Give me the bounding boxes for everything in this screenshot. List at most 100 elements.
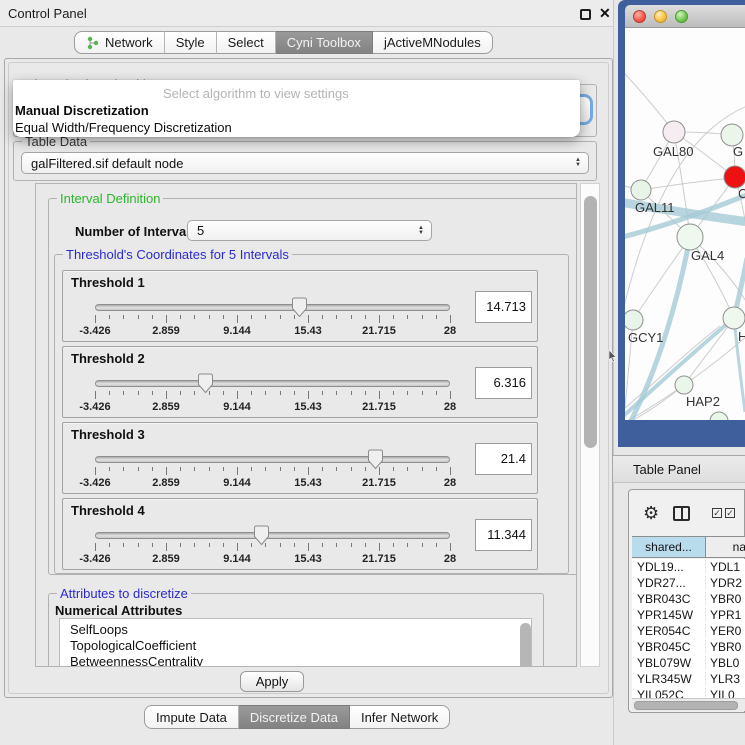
tab-impute-data[interactable]: Impute Data bbox=[144, 705, 239, 729]
slider-tick bbox=[422, 391, 423, 395]
attribute-list-item[interactable]: TopologicalCoefficient bbox=[60, 638, 531, 654]
table-panel: ⚙ ✓ ✓ shared... na YDL19...YDL1YDR27...Y… bbox=[628, 489, 745, 713]
attributes-list-scrollbar[interactable] bbox=[520, 623, 531, 667]
tab-jactivemnodules[interactable]: jActiveMNodules bbox=[373, 31, 493, 54]
network-edge[interactable] bbox=[625, 68, 674, 132]
slider-tick bbox=[265, 391, 266, 395]
slider-tick bbox=[336, 391, 337, 395]
slider-tick-label: 28 bbox=[444, 325, 456, 337]
minimize-traffic-light[interactable] bbox=[654, 10, 667, 23]
threshold-slider-thumb[interactable] bbox=[197, 373, 214, 394]
table-hscrollbar[interactable] bbox=[632, 698, 745, 711]
gear-icon[interactable]: ⚙ bbox=[643, 503, 659, 524]
column-header-shared[interactable]: shared... bbox=[632, 537, 706, 557]
threshold-slider-thumb[interactable] bbox=[291, 297, 308, 318]
slider-tick bbox=[95, 315, 96, 323]
dropdown-item-equal-width-frequency[interactable]: Equal Width/Frequency Discretization bbox=[15, 120, 232, 135]
slider-tick-label: -3.426 bbox=[79, 477, 110, 489]
slider-tick bbox=[95, 467, 96, 475]
slider-tick bbox=[237, 315, 238, 323]
slider-tick bbox=[379, 391, 380, 399]
table-row[interactable]: YER054CYER0 bbox=[632, 623, 745, 639]
checkbox-icon[interactable]: ✓ bbox=[725, 508, 735, 518]
cell-name: YBR0 bbox=[706, 640, 745, 654]
threshold-value-field[interactable]: 6.316 bbox=[475, 367, 532, 399]
threshold-value-field[interactable]: 14.713 bbox=[475, 291, 532, 323]
threshold-slider-track[interactable] bbox=[95, 456, 450, 463]
network-node-red-node[interactable] bbox=[724, 166, 745, 188]
tab-label: jActiveMNodules bbox=[384, 35, 481, 50]
threshold-value-field[interactable]: 11.344 bbox=[475, 519, 532, 551]
network-node-GAL80[interactable] bbox=[663, 121, 685, 143]
attribute-list-item[interactable]: SelfLoops bbox=[60, 622, 531, 638]
network-edge[interactable] bbox=[684, 318, 734, 385]
dropdown-item-manual-discretization[interactable]: Manual Discretization bbox=[15, 103, 149, 118]
table-row[interactable]: YDL19...YDL1 bbox=[632, 559, 745, 575]
threshold-slider-track[interactable] bbox=[95, 380, 450, 387]
table-panel-title: Table Panel bbox=[633, 462, 701, 477]
slider-tick bbox=[223, 315, 224, 319]
table-data-combo[interactable]: galFiltered.sif default node ▲▼ bbox=[21, 152, 589, 174]
tab-cyni-toolbox[interactable]: Cyni Toolbox bbox=[276, 31, 373, 54]
apply-button[interactable]: Apply bbox=[240, 671, 304, 692]
threshold-slider-track[interactable] bbox=[95, 532, 450, 539]
slider-tick bbox=[379, 543, 380, 551]
tab-discretize-data[interactable]: Discretize Data bbox=[239, 705, 350, 729]
network-node-GAL4[interactable] bbox=[677, 224, 703, 250]
network-view[interactable]: GAL80GCGAL11GAL4GCY1HHAP2 bbox=[625, 28, 745, 420]
attribute-list-item[interactable]: BetweennessCentrality bbox=[60, 654, 531, 667]
network-node-GCY1[interactable] bbox=[625, 310, 643, 330]
tab-style[interactable]: Style bbox=[165, 31, 217, 54]
table-row[interactable]: YLR345WYLR3 bbox=[632, 671, 745, 687]
network-node-GAL11[interactable] bbox=[631, 180, 651, 200]
slider-tick-label: 21.715 bbox=[362, 325, 396, 337]
network-window-titlebar[interactable] bbox=[625, 5, 745, 28]
cell-name: YBR0 bbox=[706, 592, 745, 606]
close-traffic-light[interactable] bbox=[633, 10, 646, 23]
slider-tick bbox=[351, 543, 352, 547]
network-node-H-node[interactable] bbox=[723, 307, 745, 329]
close-icon[interactable]: ✕ bbox=[599, 5, 611, 22]
table-row[interactable]: YIL052CYIL0 bbox=[632, 687, 745, 698]
threshold-label: Threshold 1 bbox=[71, 275, 145, 290]
column-header-name[interactable]: na bbox=[706, 537, 745, 557]
threshold-slider-track[interactable] bbox=[95, 304, 450, 311]
numerical-attributes-list[interactable]: SelfLoopsTopologicalCoefficientBetweenne… bbox=[59, 618, 532, 667]
table-row[interactable]: YDR27...YDR2 bbox=[632, 575, 745, 591]
slider-tick bbox=[109, 315, 110, 319]
slider-tick bbox=[109, 543, 110, 547]
tab-select[interactable]: Select bbox=[217, 31, 276, 54]
network-node-bottom-node[interactable] bbox=[710, 412, 728, 420]
cell-name: YIL0 bbox=[706, 688, 745, 698]
slider-tick-label: 2.859 bbox=[152, 401, 180, 413]
threshold-slider-thumb[interactable] bbox=[253, 525, 270, 546]
slider-tick bbox=[308, 391, 309, 399]
number-of-intervals-combo[interactable]: 5 ▲▼ bbox=[187, 220, 432, 241]
checkbox-icon[interactable]: ✓ bbox=[712, 508, 722, 518]
settings-scroll-viewport: Interval Definition Number of Intervals … bbox=[35, 183, 577, 667]
float-window-icon[interactable] bbox=[580, 9, 591, 20]
slider-tick bbox=[237, 543, 238, 551]
table-row[interactable]: YPR145WYPR1 bbox=[632, 607, 745, 623]
network-edge[interactable] bbox=[641, 178, 735, 190]
table-row[interactable]: YBR045CYBR0 bbox=[632, 639, 745, 655]
columns-icon[interactable] bbox=[673, 506, 690, 521]
number-of-intervals-value: 5 bbox=[197, 223, 204, 238]
settings-scrollbar[interactable] bbox=[580, 183, 600, 667]
table-hscrollbar-thumb[interactable] bbox=[634, 701, 738, 710]
threshold-value-field[interactable]: 21.4 bbox=[475, 443, 532, 475]
slider-tick bbox=[450, 543, 451, 551]
table-row[interactable]: YBL079WYBL0 bbox=[632, 655, 745, 671]
table-row[interactable]: YBR043CYBR0 bbox=[632, 591, 745, 607]
slider-tick bbox=[180, 315, 181, 319]
cell-shared-name: YPR145W bbox=[632, 608, 706, 622]
network-node-HAP2[interactable] bbox=[675, 376, 693, 394]
threshold-slider-thumb[interactable] bbox=[367, 449, 384, 470]
tab-infer-network[interactable]: Infer Network bbox=[350, 705, 450, 729]
settings-scrollbar-thumb[interactable] bbox=[584, 196, 597, 448]
zoom-traffic-light[interactable] bbox=[675, 10, 688, 23]
tab-network[interactable]: Network bbox=[74, 31, 165, 54]
cell-shared-name: YER054C bbox=[632, 624, 706, 638]
table-data-group: Table Data galFiltered.sif default node … bbox=[13, 141, 597, 181]
network-node-top-right[interactable] bbox=[721, 124, 743, 146]
